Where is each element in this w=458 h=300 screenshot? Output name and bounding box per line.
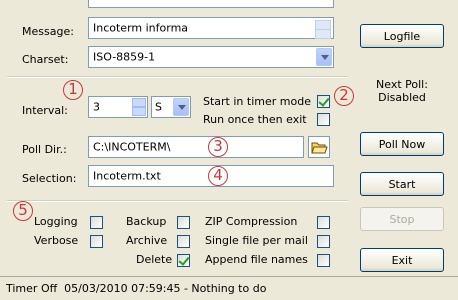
run-once-label: Run once then exit <box>203 113 307 126</box>
next-poll-status: Next Poll: Disabled <box>354 78 450 104</box>
interval-unit-dropdown-icon[interactable] <box>173 98 189 116</box>
interval-unit-select[interactable]: S <box>151 96 191 118</box>
message-value: Incoterm informa <box>93 21 189 35</box>
message-label: Message: <box>22 25 74 38</box>
callout-5: 5 <box>13 201 33 221</box>
verbose-label: Verbose <box>34 234 79 247</box>
next-poll-label: Next Poll: <box>376 78 428 91</box>
folder-browse-icon[interactable] <box>308 136 330 158</box>
exit-button[interactable]: Exit <box>360 248 444 272</box>
selection-value: Incoterm.txt <box>93 169 161 183</box>
zip-label: ZIP Compression <box>205 215 298 228</box>
poll-now-button[interactable]: Poll Now <box>360 132 444 156</box>
options-separator <box>7 200 348 202</box>
callout-3: 3 <box>208 137 228 157</box>
delete-checkbox[interactable] <box>177 254 190 267</box>
group-separator <box>7 76 348 78</box>
logging-checkbox[interactable] <box>90 216 103 229</box>
status-text: Timer Off 05/03/2010 07:59:45 - Nothing … <box>6 282 267 295</box>
charset-select[interactable]: ISO-8859-1 <box>88 46 334 68</box>
poll-dir-value: C:\INCOTERM\ <box>93 140 171 154</box>
charset-label: Charset: <box>22 53 69 66</box>
single-file-checkbox[interactable] <box>317 235 330 248</box>
append-names-checkbox[interactable] <box>317 254 330 267</box>
callout-4: 4 <box>208 166 228 186</box>
top-field-edge <box>88 0 334 8</box>
message-scroll-down-icon[interactable] <box>315 29 331 39</box>
next-poll-value: Disabled <box>378 91 426 104</box>
selection-label: Selection: <box>22 172 77 185</box>
run-once-checkbox[interactable] <box>317 113 330 126</box>
interval-spin-up-icon[interactable] <box>132 98 146 107</box>
start-button[interactable]: Start <box>360 172 444 196</box>
charset-value: ISO-8859-1 <box>93 50 156 64</box>
interval-value: 3 <box>93 100 100 114</box>
interval-field[interactable]: 3 <box>88 96 148 118</box>
timer-mode-checkbox[interactable] <box>317 95 330 108</box>
archive-checkbox[interactable] <box>177 235 190 248</box>
backup-label: Backup <box>126 215 167 228</box>
delete-label: Delete <box>136 253 173 266</box>
charset-dropdown-icon[interactable] <box>316 48 332 66</box>
append-names-label: Append file names <box>205 253 308 266</box>
timer-mode-label: Start in timer mode <box>203 95 311 108</box>
callout-1: 1 <box>63 80 83 100</box>
backup-checkbox[interactable] <box>177 216 190 229</box>
status-bar: Timer Off 05/03/2010 07:59:45 - Nothing … <box>0 276 458 300</box>
callout-2: 2 <box>334 86 354 106</box>
archive-label: Archive <box>126 234 168 247</box>
verbose-checkbox[interactable] <box>90 235 103 248</box>
logging-label: Logging <box>34 215 78 228</box>
interval-unit-value: S <box>155 100 162 114</box>
zip-checkbox[interactable] <box>317 216 330 229</box>
interval-label: Interval: <box>22 104 68 117</box>
poll-dir-field[interactable]: C:\INCOTERM\ <box>88 136 304 158</box>
stop-button[interactable]: Stop <box>360 207 444 231</box>
single-file-label: Single file per mail <box>205 234 308 247</box>
logfile-button[interactable]: Logfile <box>360 24 444 48</box>
interval-spin-down-icon[interactable] <box>132 107 146 116</box>
message-field[interactable]: Incoterm informa <box>88 17 334 39</box>
poll-dir-label: Poll Dir.: <box>22 143 67 156</box>
